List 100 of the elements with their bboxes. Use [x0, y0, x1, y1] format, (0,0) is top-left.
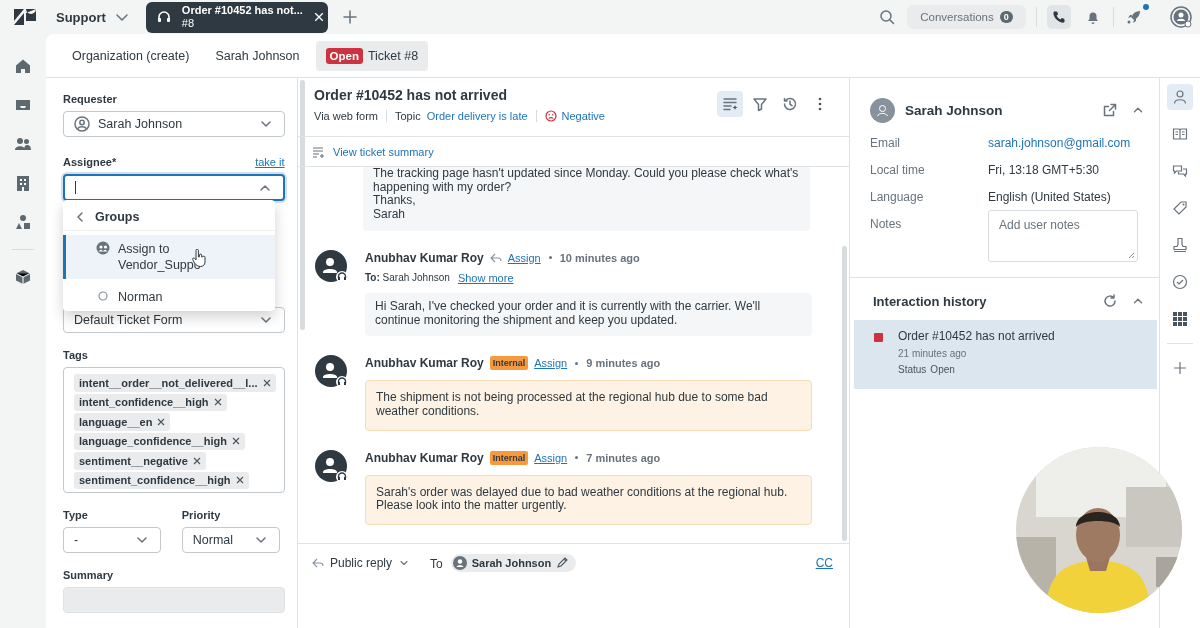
status-label: Status [898, 364, 927, 375]
more-icon[interactable] [818, 96, 822, 112]
back-chevron-icon[interactable] [75, 211, 85, 223]
email-link[interactable]: sarah.johnson@gmail.com [988, 136, 1139, 150]
reply-icon [312, 558, 324, 568]
remove-icon[interactable] [231, 437, 240, 446]
cube-icon[interactable] [15, 269, 31, 285]
tag: sentiment_confidence__high [74, 471, 249, 489]
book-icon[interactable] [1172, 126, 1188, 142]
assign-link[interactable]: Assign [507, 251, 541, 264]
people-icon[interactable] [15, 136, 31, 152]
user-icon [74, 116, 90, 132]
building-icon[interactable] [15, 175, 31, 191]
message-text: Sarah's order was delayed due to bad weather conditions at the regional hub. Please look into the matter urgently. [376, 485, 789, 514]
channel-label: Via web form [314, 110, 378, 122]
tag: intent_confidence__high [74, 393, 227, 411]
message-text: Sarah [373, 208, 407, 222]
rocket-icon[interactable] [1126, 9, 1142, 25]
topic-label: Topic [395, 110, 421, 122]
remove-icon[interactable] [192, 456, 201, 465]
zendesk-logo[interactable] [14, 9, 36, 25]
field-value: Fri, 13:18 GMT+5:30 [988, 163, 1101, 177]
timestamp: 7 minutes ago [586, 451, 661, 464]
scrollbar-thumb[interactable] [842, 246, 847, 541]
tag: intent__order__not_delivered__l... [74, 374, 276, 392]
topic-link[interactable]: Order delivery is late [426, 110, 528, 122]
pencil-icon[interactable] [556, 557, 569, 569]
type-select[interactable]: - [63, 527, 161, 553]
sad-face-icon [544, 110, 557, 122]
author-name: Anubhav Kumar Roy [365, 250, 484, 265]
history-icon[interactable] [782, 96, 798, 112]
context-tab[interactable]: Open Ticket #8 [315, 40, 429, 71]
chat-icon[interactable] [1172, 163, 1188, 179]
product-switcher[interactable]: Support [56, 9, 106, 25]
field-label: Assignee* [63, 155, 117, 169]
assign-link[interactable]: Assign [534, 451, 568, 464]
plus-icon[interactable] [341, 9, 358, 25]
conversations-button[interactable]: Conversations 0 [907, 5, 1026, 29]
tag: language_confidence__high [74, 432, 245, 450]
account-avatar-icon[interactable] [1170, 6, 1192, 28]
message-text: Hi Sarah, I've checked your order and it is currently with the carrier. We'll continue monitoring the shipment and keep you updated. [375, 299, 762, 328]
field-label: Priority [181, 508, 221, 522]
search-icon[interactable] [879, 9, 895, 25]
menu-header: Groups [95, 210, 140, 224]
recipient-chip[interactable]: Sarah Johnson [450, 554, 577, 572]
timestamp: 10 minutes ago [559, 251, 640, 264]
stamp-icon[interactable] [1172, 237, 1188, 253]
open-external-icon[interactable] [1103, 103, 1117, 117]
close-icon[interactable] [312, 11, 325, 23]
separator-dot [575, 361, 579, 365]
remove-icon[interactable] [157, 417, 166, 426]
filter-icon[interactable] [752, 96, 768, 112]
count-badge: 0 [999, 11, 1013, 23]
separator-dot [575, 456, 579, 460]
requester-field[interactable]: Sarah Johnson [63, 111, 285, 137]
show-more-link[interactable]: Show more [457, 271, 514, 284]
agent-avatar [315, 249, 349, 284]
remove-icon[interactable] [235, 476, 244, 485]
refresh-icon[interactable] [1103, 294, 1117, 308]
field-label: Local time [870, 163, 926, 177]
context-tab[interactable]: Organization (create) [62, 40, 200, 71]
inbox-icon[interactable] [15, 97, 31, 113]
scrollbar-thumb[interactable] [299, 80, 305, 330]
reply-icon [489, 252, 502, 263]
check-circle-icon[interactable] [1172, 274, 1188, 290]
remove-icon[interactable] [262, 378, 271, 387]
sparkle-tag-icon[interactable] [1172, 200, 1188, 216]
summary-field[interactable] [63, 587, 285, 613]
shapes-icon[interactable] [15, 214, 31, 230]
headset-icon [155, 9, 172, 25]
tag: sentiment__negative [74, 452, 206, 470]
message-text: The tracking page hasn't updated since Monday. Could you please check what's happening with my order? [373, 167, 800, 195]
apps-grid-icon[interactable] [1172, 311, 1188, 327]
notes-field[interactable]: Add user notes [988, 210, 1138, 262]
open-ticket-tab[interactable]: Order #10452 has not... #8 [145, 1, 328, 33]
history-item[interactable]: Order #10452 has not arrived 21 minutes ago Status Open [854, 320, 1157, 389]
message-text: Thanks, [373, 194, 416, 209]
status-value: Open [930, 364, 955, 375]
menu-option[interactable]: Assign to Vendor_Suppo [63, 235, 275, 279]
reply-mode-dropdown[interactable]: Public reply [312, 554, 411, 572]
cc-link[interactable]: CC [815, 554, 833, 570]
context-tab[interactable]: Sarah Johnson [205, 40, 310, 71]
list-sparkle-icon[interactable] [722, 96, 738, 112]
tag: language__en [74, 413, 171, 431]
assignee-field[interactable] [63, 174, 285, 201]
remove-icon[interactable] [213, 398, 222, 407]
priority-select[interactable]: Normal [181, 527, 280, 553]
tab-title: Order #10452 has not... [181, 4, 303, 17]
home-icon[interactable] [15, 58, 31, 74]
phone-button[interactable] [1047, 5, 1071, 29]
field-label: Email [870, 136, 901, 150]
view-summary-link[interactable]: View ticket summary [333, 145, 434, 158]
take-it-link[interactable]: take it [255, 155, 285, 169]
user-avatar [870, 97, 895, 123]
assign-link[interactable]: Assign [534, 357, 568, 370]
tags-field[interactable]: intent__order__not_delivered__l... intent_confidence__high language__en language_confidence__high sentiment__negative sentiment_confidence__high [63, 367, 285, 493]
user-icon[interactable] [1172, 89, 1188, 105]
author-name: Anubhav Kumar Roy [365, 450, 484, 465]
field-label: Language [870, 190, 925, 204]
radio-icon [96, 289, 110, 303]
